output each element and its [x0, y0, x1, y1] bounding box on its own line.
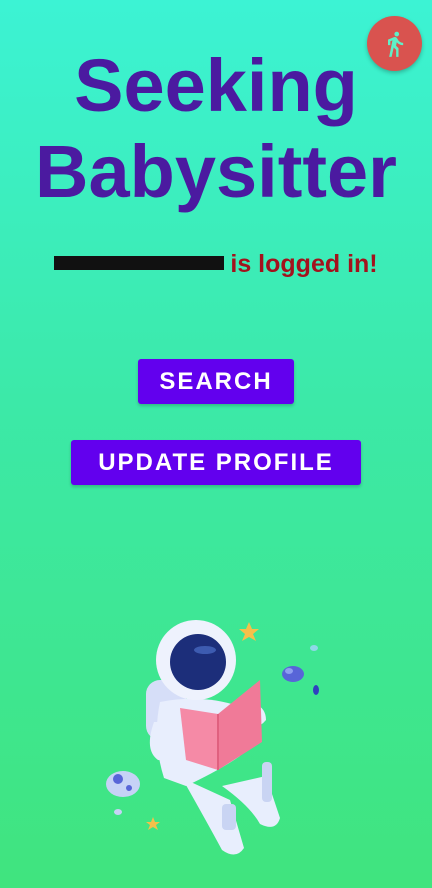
- page-title-line1: Seeking: [74, 44, 358, 127]
- login-status-text: is logged in!: [230, 250, 378, 278]
- star-icon: [146, 817, 160, 830]
- astronaut-reading-illustration: [106, 620, 319, 855]
- page-title-line2: Babysitter: [35, 130, 397, 213]
- redacted-username: [54, 256, 225, 271]
- star-icon: [239, 622, 259, 641]
- login-status: is logged in!: [0, 246, 432, 282]
- update-profile-button[interactable]: UPDATE PROFILE: [71, 440, 361, 485]
- search-button[interactable]: SEARCH: [138, 359, 294, 404]
